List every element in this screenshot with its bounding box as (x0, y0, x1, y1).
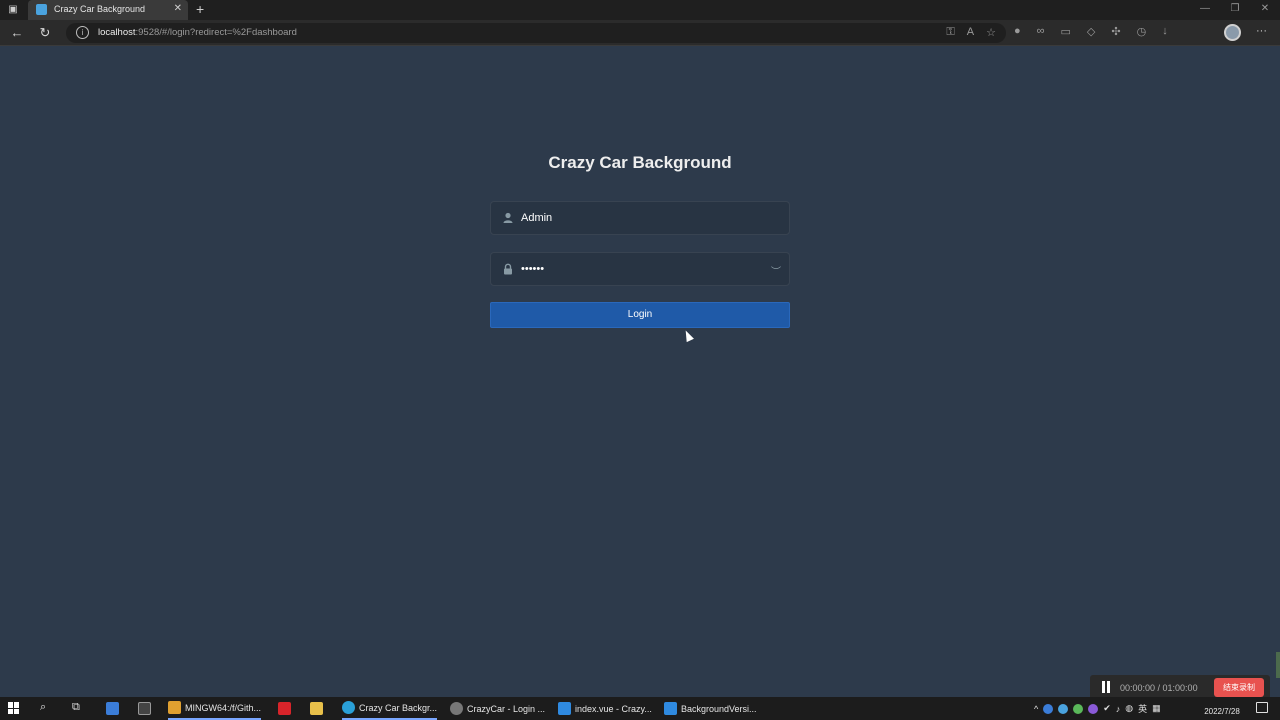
red-app-icon (278, 702, 291, 715)
stop-recording-button[interactable]: 结束录制 (1214, 678, 1264, 697)
profile-avatar[interactable] (1224, 24, 1241, 41)
clock-date: 2022/7/28 (1204, 707, 1240, 716)
taskbar-app-terminal[interactable] (138, 697, 155, 720)
clock-time (1200, 700, 1244, 707)
network-icon[interactable]: ◍ (1125, 703, 1133, 714)
task-view-icon[interactable]: ⧉ (72, 701, 80, 714)
glasses-icon[interactable]: ∞ (1037, 25, 1045, 38)
address-bar[interactable]: i localhost:9528/#/login?redirect=%2Fdas… (66, 23, 1006, 43)
taskbar-app-label: CrazyCar - Login ... (467, 703, 546, 714)
password-input[interactable] (521, 259, 771, 279)
tray-app-icon[interactable] (1058, 703, 1069, 714)
browser-tab[interactable]: Crazy Car Background ✕ (28, 0, 188, 20)
url-path: :9528/#/login?redirect=%2Fdashboard (135, 27, 297, 38)
download-icon[interactable]: ↓ (1162, 25, 1168, 38)
system-tray: ^ ✔ ♪ ◍ 英 ▦ (1034, 702, 1161, 715)
back-icon[interactable]: ← (8, 24, 26, 42)
taskbar-app-label: BackgroundVersi... (681, 703, 757, 714)
split-screen-icon[interactable]: ▭ (1061, 25, 1071, 38)
recording-time: 00:00:00 / 01:00:00 (1120, 683, 1198, 693)
taskbar-app-vscode-2[interactable]: BackgroundVersi... (664, 697, 757, 720)
taskbar-app-explorer[interactable] (310, 697, 327, 720)
menu-icon[interactable]: ··· (1256, 25, 1267, 37)
tab-actions-icon[interactable]: ▣ (6, 3, 20, 17)
unity-icon (450, 702, 463, 715)
read-aloud-icon[interactable]: A (967, 26, 974, 39)
username-input[interactable] (521, 208, 771, 228)
wechat-icon[interactable] (1073, 703, 1084, 714)
todo-app-icon (106, 702, 119, 715)
taskbar-app-mingw[interactable]: MINGW64:/f/Gith... (168, 697, 262, 720)
tab-close-icon[interactable]: ✕ (174, 3, 182, 14)
address-icons: ⚿ A ☆ (946, 26, 996, 39)
minimize-icon[interactable]: — (1190, 0, 1220, 20)
close-window-icon[interactable]: ✕ (1250, 0, 1280, 20)
taskbar-app-vscode-1[interactable]: index.vue - Crazy... (558, 697, 652, 720)
login-button[interactable]: Login (490, 302, 790, 328)
pin-icon[interactable]: ◇ (1087, 25, 1095, 38)
username-field[interactable] (490, 201, 790, 235)
search-icon[interactable]: ⌕ (40, 701, 46, 714)
url-host: localhost (98, 27, 136, 38)
taskbar-app-label: index.vue - Crazy... (575, 703, 652, 714)
folder-icon (310, 702, 323, 715)
edge-icon (342, 701, 355, 714)
show-hidden-icons-icon[interactable]: ^ (1034, 704, 1038, 714)
taskbar-app-todo[interactable] (106, 697, 123, 720)
edge-indicator (1276, 652, 1280, 678)
vscode-icon (558, 702, 571, 715)
mouse-cursor-icon (682, 328, 694, 343)
tray-app-icon[interactable] (1088, 703, 1099, 714)
show-password-icon[interactable]: ︶ (771, 263, 781, 278)
clock[interactable]: 2022/7/28 (1200, 700, 1244, 716)
address-text[interactable]: localhost:9528/#/login?redirect=%2Fdashb… (98, 27, 297, 38)
pause-icon[interactable] (1100, 681, 1112, 693)
browser-tab-bar: ▣ Crazy Car Background ✕ + — ❐ ✕ (0, 0, 1280, 20)
terminal-icon (138, 702, 151, 715)
taskbar: ⌕ ⧉ MINGW64:/f/Gith... Crazy Car Backgr.… (0, 697, 1280, 720)
key-icon[interactable]: ⚿ (946, 26, 954, 39)
new-tab-icon[interactable]: + (196, 1, 204, 17)
toolbar-icons: ● ∞ ▭ ◇ ✣ ◷ ↓ (1014, 25, 1168, 38)
taskbar-app-red[interactable] (278, 697, 295, 720)
browser-toolbar: ← ↻ i localhost:9528/#/login?redirect=%2… (0, 20, 1280, 46)
site-info-icon[interactable]: i (76, 26, 89, 39)
extensions-puzzle-icon[interactable]: ✣ (1111, 25, 1120, 38)
tab-title: Crazy Car Background (54, 4, 146, 14)
lock-icon (504, 263, 512, 275)
keyboard-icon[interactable]: ▦ (1152, 703, 1161, 714)
password-field[interactable]: ︶ (490, 252, 790, 286)
git-bash-icon (168, 701, 181, 714)
vscode-icon (664, 702, 677, 715)
tab-favicon-icon (36, 4, 47, 15)
refresh-icon[interactable]: ↻ (36, 24, 54, 42)
taskbar-app-crazycar[interactable]: CrazyCar - Login ... (450, 697, 545, 720)
user-icon (503, 212, 513, 223)
history-icon[interactable]: ◷ (1137, 25, 1147, 38)
extension-icon[interactable]: ● (1014, 25, 1021, 38)
window-controls: — ❐ ✕ (1190, 0, 1280, 20)
checkmark-icon[interactable]: ✔ (1103, 703, 1111, 714)
notification-icon[interactable] (1256, 702, 1268, 713)
input-method-indicator[interactable]: 英 (1138, 702, 1147, 715)
taskbar-app-edge[interactable]: Crazy Car Backgr... (342, 697, 438, 720)
favorite-icon[interactable]: ☆ (986, 26, 996, 39)
tray-app-icon[interactable] (1043, 703, 1054, 714)
volume-icon[interactable]: ♪ (1116, 704, 1121, 714)
page-title: Crazy Car Background (548, 153, 732, 172)
taskbar-app-label: Crazy Car Backgr... (359, 702, 438, 713)
windows-start-icon[interactable] (8, 702, 20, 714)
taskbar-app-label: MINGW64:/f/Gith... (185, 702, 262, 713)
login-page: Crazy Car Background ︶ Login (0, 47, 1280, 673)
maximize-icon[interactable]: ❐ (1220, 0, 1250, 20)
